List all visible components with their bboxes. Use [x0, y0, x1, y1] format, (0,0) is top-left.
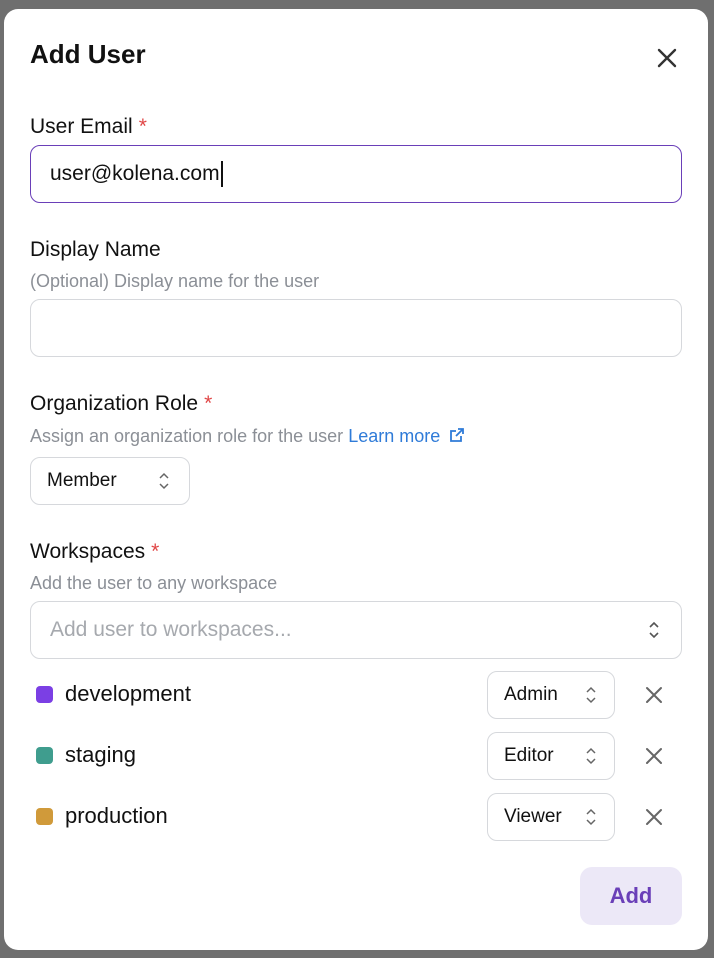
chevron-up-down-icon [586, 686, 596, 704]
org-role-select[interactable]: Member [30, 457, 190, 505]
add-button[interactable]: Add [580, 867, 682, 925]
email-label-text: User Email [30, 115, 133, 138]
email-input[interactable]: user@kolena.com [30, 145, 682, 203]
workspace-role-selected: Admin [504, 684, 558, 705]
workspaces-hint: Add the user to any workspace [30, 573, 278, 593]
display-name-input[interactable] [30, 299, 682, 357]
workspace-role-select[interactable]: Editor [487, 732, 615, 780]
remove-workspace-icon[interactable] [642, 683, 666, 707]
text-caret [220, 161, 223, 187]
workspace-row-staging: staging Editor [30, 732, 682, 780]
workspace-name: production [65, 803, 168, 828]
required-mark: * [204, 392, 213, 415]
display-name-hint: (Optional) Display name for the user [30, 271, 320, 291]
required-mark: * [138, 115, 147, 138]
chevron-up-down-icon [586, 747, 596, 765]
learn-more-text: Learn more [348, 426, 441, 446]
org-role-label-text: Organization Role [30, 392, 199, 415]
org-role-hint-text: Assign an organization role for the user [30, 426, 344, 446]
chevron-up-down-icon [649, 621, 659, 639]
email-input-value: user@kolena.com [50, 162, 220, 185]
workspaces-label-text: Workspaces [30, 540, 146, 563]
chevron-up-down-icon [159, 472, 169, 490]
external-link-icon [450, 428, 465, 442]
add-user-dialog: Add User User Email * user@kolena.com Dis… [4, 9, 708, 950]
workspace-role-select[interactable]: Admin [487, 671, 615, 719]
org-role-selected: Member [47, 470, 117, 491]
workspaces-combobox[interactable]: Add user to workspaces... [30, 601, 682, 659]
chevron-up-down-icon [586, 808, 596, 826]
email-label: User Email * [30, 115, 147, 139]
workspace-role-selected: Editor [504, 745, 554, 766]
workspace-color-swatch [36, 808, 53, 825]
org-role-hint: Assign an organization role for the user… [30, 426, 466, 447]
workspace-name: staging [65, 742, 136, 767]
workspace-color-swatch [36, 686, 53, 703]
learn-more-link[interactable]: Learn more [348, 426, 466, 446]
workspace-role-selected: Viewer [504, 806, 562, 827]
workspace-row-development: development Admin [30, 671, 682, 719]
workspace-color-swatch [36, 747, 53, 764]
workspace-row-production: production Viewer [30, 793, 682, 841]
workspaces-label: Workspaces * [30, 540, 159, 564]
close-icon[interactable] [653, 44, 681, 72]
org-role-label: Organization Role * [30, 392, 212, 416]
dialog-title: Add User [30, 39, 146, 69]
remove-workspace-icon[interactable] [642, 805, 666, 829]
required-mark: * [151, 540, 160, 563]
workspace-name: development [65, 681, 191, 706]
workspaces-placeholder: Add user to workspaces... [50, 618, 292, 641]
remove-workspace-icon[interactable] [642, 744, 666, 768]
workspace-role-select[interactable]: Viewer [487, 793, 615, 841]
display-name-label: Display Name [30, 238, 161, 261]
